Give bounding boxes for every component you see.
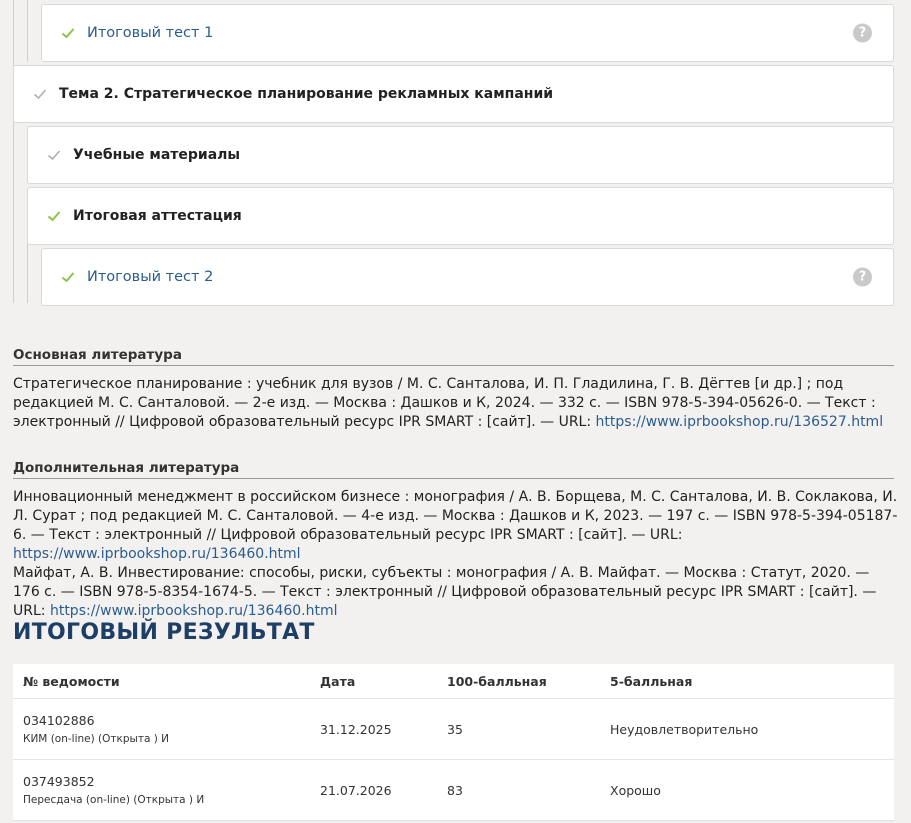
cell-number: 034102886 <box>23 713 95 728</box>
cell-score100: 35 <box>447 722 463 737</box>
check-icon <box>61 272 75 283</box>
tree-item-final-test-2[interactable]: Итоговый тест 2 ? <box>41 248 894 306</box>
result-table: № ведомости Дата 100-балльная 5-балльная… <box>13 664 894 821</box>
table-header-row: № ведомости Дата 100-балльная 5-балльная <box>13 664 894 699</box>
check-icon <box>33 89 47 100</box>
result-title: ИТОГОВЫЙ РЕЗУЛЬТАТ <box>13 620 315 645</box>
tree-item-study-materials[interactable]: Учебные материалы <box>27 126 894 184</box>
main-literature-link[interactable]: https://www.iprbookshop.ru/136527.html <box>596 414 884 430</box>
tree-item-label: Итоговая аттестация <box>73 208 242 224</box>
header-date: Дата <box>320 674 356 689</box>
help-icon[interactable]: ? <box>853 23 872 43</box>
extra-literature-link-1[interactable]: https://www.iprbookshop.ru/136460.html <box>13 546 301 562</box>
extra-literature-citation-1: Инновационный менеджмент в российском би… <box>13 489 898 543</box>
header-score5: 5-балльная <box>610 674 693 689</box>
cell-date: 21.07.2026 <box>320 783 392 798</box>
tree-line-level1 <box>13 122 14 303</box>
cell-score5: Хорошо <box>610 783 661 798</box>
check-icon <box>61 28 75 39</box>
tree-item-final-test-1[interactable]: Итоговый тест 1 ? <box>41 4 894 62</box>
cell-number: 037493852 <box>23 774 95 789</box>
cell-score5: Неудовлетворительно <box>610 722 759 737</box>
main-literature-heading: Основная литература <box>13 347 894 366</box>
cell-desc: Пересдача (on-line) (Открыта ) И <box>23 794 205 806</box>
tree-line-level2 <box>27 0 28 62</box>
check-icon <box>47 211 61 222</box>
extra-literature-text: Инновационный менеджмент в российском би… <box>13 488 898 621</box>
table-row: 037493852 Пересдача (on-line) (Открыта )… <box>13 760 894 821</box>
cell-desc: КИМ (on-line) (Открыта ) И <box>23 733 170 745</box>
extra-literature-link-2[interactable]: https://www.iprbookshop.ru/136460.html <box>50 603 338 619</box>
help-icon[interactable]: ? <box>853 267 872 287</box>
tree-item-label: Итоговый тест 2 <box>87 269 214 285</box>
tree-item-label: Итоговый тест 1 <box>87 25 214 41</box>
header-score100: 100-балльная <box>447 674 547 689</box>
cell-score100: 83 <box>447 783 463 798</box>
main-literature-text: Стратегическое планирование : учебник дл… <box>13 375 898 432</box>
tree-item-label: Учебные материалы <box>73 147 241 163</box>
tree-line-level1 <box>13 0 14 66</box>
header-number: № ведомости <box>23 674 120 689</box>
tree-line-level2 <box>27 244 28 303</box>
table-row: 034102886 КИМ (on-line) (Открыта ) И 31.… <box>13 699 894 760</box>
tree-item-final-attestation[interactable]: Итоговая аттестация <box>27 187 894 245</box>
cell-date: 31.12.2025 <box>320 722 392 737</box>
tree-item-topic-2[interactable]: Тема 2. Стратегическое планирование рекл… <box>13 65 894 123</box>
tree-item-label: Тема 2. Стратегическое планирование рекл… <box>59 86 554 102</box>
extra-literature-heading: Дополнительная литература <box>13 460 894 479</box>
check-icon <box>47 150 61 161</box>
